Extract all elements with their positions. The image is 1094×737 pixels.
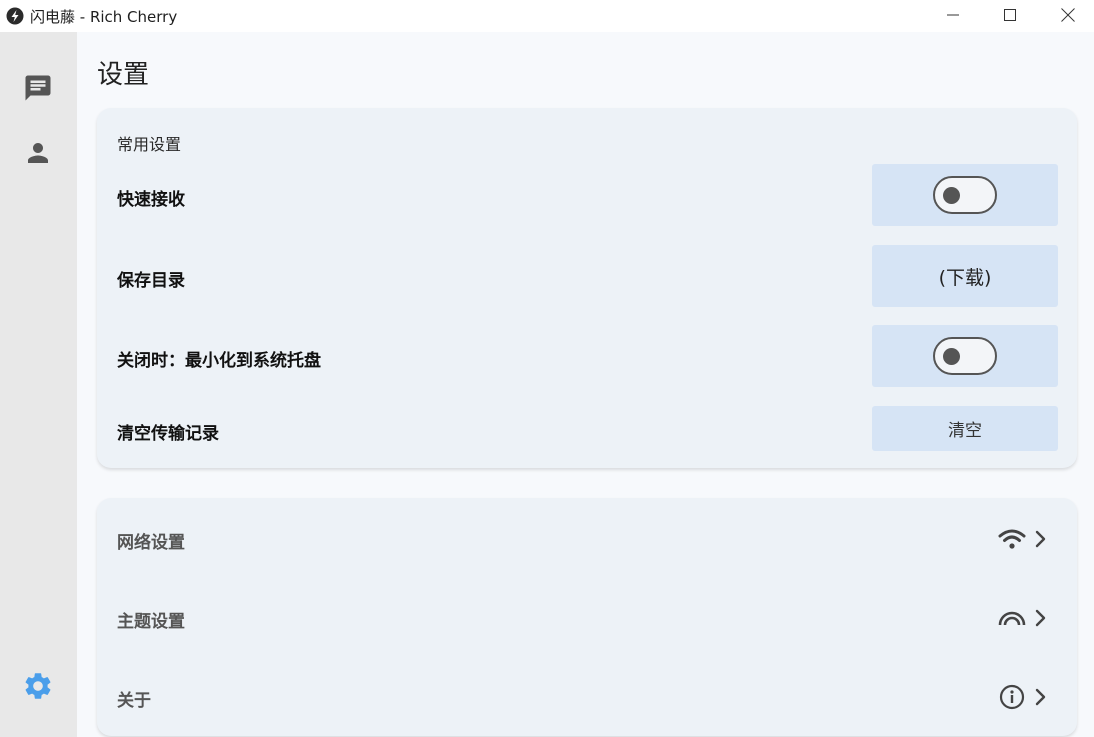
save-dir-button[interactable]: (下载): [872, 245, 1058, 307]
close-button[interactable]: [1039, 0, 1094, 30]
minimize-on-close-label: 关闭时：最小化到系统托盘: [117, 351, 321, 371]
toggle-knob: [943, 187, 960, 204]
page-title: 设置: [97, 60, 150, 90]
maximize-icon: [1004, 9, 1016, 21]
common-settings-card: 常用设置 快速接收 保存目录 (下载) 关闭时：最小化到系统托盘 清空传输记录 …: [97, 108, 1077, 468]
toggle-knob: [943, 348, 960, 365]
chevron-right-icon: [1033, 687, 1047, 707]
sidebar: [0, 32, 77, 737]
theme-settings-row[interactable]: 主题设置: [97, 579, 1077, 657]
minimize-button[interactable]: [924, 0, 982, 30]
info-icon: [997, 684, 1027, 710]
window-title: 闪电藤 - Rich Cherry: [30, 8, 178, 26]
quick-receive-toggle-box[interactable]: [872, 164, 1058, 226]
close-icon: [1061, 8, 1075, 22]
minimize-on-close-toggle-box[interactable]: [872, 325, 1058, 387]
message-icon: [25, 75, 51, 101]
title-bar: 闪电藤 - Rich Cherry: [0, 0, 1094, 32]
about-label: 关于: [117, 691, 151, 711]
gear-icon: [25, 673, 51, 699]
app-logo-icon: [6, 7, 24, 25]
sidebar-item-chat[interactable]: [22, 72, 54, 104]
sidebar-item-settings[interactable]: [22, 670, 54, 702]
minimize-icon: [947, 14, 959, 16]
chevron-right-icon: [1033, 529, 1047, 549]
nav-settings-card: 网络设置 主题设置 关于: [97, 498, 1077, 736]
about-row[interactable]: 关于: [97, 658, 1077, 736]
clear-history-label: 清空传输记录: [117, 424, 219, 444]
theme-settings-label: 主题设置: [117, 612, 185, 632]
app-window: 闪电藤 - Rich Cherry 设置 常用设置 快速接收 保存目录 (下载)…: [0, 0, 1094, 737]
section-label: 常用设置: [117, 135, 182, 154]
network-settings-label: 网络设置: [117, 533, 185, 553]
sidebar-item-contacts[interactable]: [22, 137, 54, 169]
save-dir-value: (下载): [938, 266, 992, 289]
quick-receive-label: 快速接收: [117, 190, 185, 210]
save-dir-label: 保存目录: [117, 271, 185, 291]
network-settings-row[interactable]: 网络设置: [97, 500, 1077, 578]
clear-button-label: 清空: [948, 421, 982, 441]
wifi-icon: [997, 526, 1027, 552]
maximize-button[interactable]: [981, 0, 1039, 30]
chevron-right-icon: [1033, 608, 1047, 628]
main-content: 设置 常用设置 快速接收 保存目录 (下载) 关闭时：最小化到系统托盘 清空传输…: [77, 32, 1094, 737]
person-icon: [28, 143, 48, 163]
rainbow-icon: [997, 605, 1027, 631]
clear-history-button[interactable]: 清空: [872, 406, 1058, 451]
minimize-on-close-toggle[interactable]: [933, 337, 997, 375]
quick-receive-toggle[interactable]: [933, 176, 997, 214]
